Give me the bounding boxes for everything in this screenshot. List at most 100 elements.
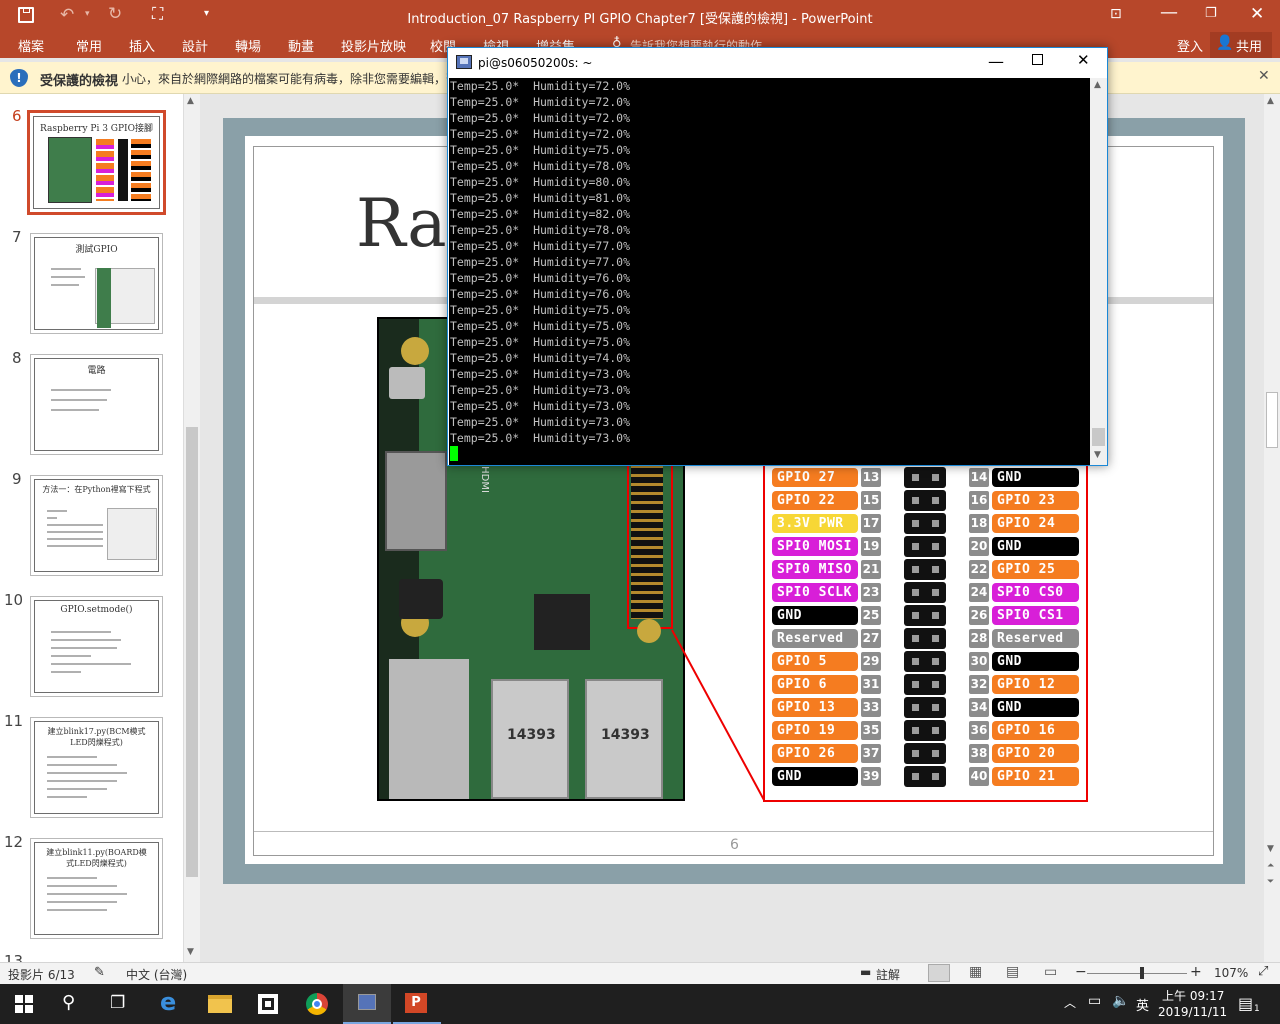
ribbon-display-options-icon[interactable]: ⊡ — [1110, 6, 1122, 22]
spell-check-icon[interactable]: ✎ — [94, 965, 105, 980]
zoom-slider-thumb[interactable] — [1140, 967, 1144, 979]
zoom-in-button[interactable]: + — [1190, 964, 1202, 980]
network-icon[interactable]: ▭ — [1088, 993, 1101, 1009]
header-pin — [912, 704, 919, 711]
pin-label: GPIO 26 — [772, 744, 858, 763]
tab-animations[interactable]: 動畫 — [288, 36, 314, 55]
ime-indicator[interactable]: 英 — [1136, 995, 1149, 1014]
close-bar-icon[interactable]: ✕ — [1258, 68, 1270, 84]
terminal-line: Temp=25.0* Humidity=78.0% — [450, 159, 631, 173]
task-view-icon[interactable]: ❐ — [110, 993, 125, 1013]
slide-sorter-button[interactable]: ▦ — [969, 964, 982, 980]
pin-number: 15 — [861, 491, 881, 510]
action-center-icon[interactable]: ▤ — [1238, 994, 1253, 1013]
search-icon[interactable]: ⚲ — [62, 992, 75, 1013]
slide-counter[interactable]: 投影片 6/13 — [8, 966, 75, 983]
show-hidden-icons[interactable]: ︿ — [1064, 994, 1076, 1011]
terminal-line: Temp=25.0* Humidity=78.0% — [450, 223, 631, 237]
slideshow-button[interactable]: ▭ — [1044, 964, 1057, 980]
thumb-line — [51, 631, 111, 633]
clock-date[interactable]: 2019/11/11 — [1158, 1005, 1227, 1019]
thumb-title: 建立blink11.py(BOARD模式LED閃爍程式) — [46, 848, 147, 868]
windows-start-icon[interactable] — [15, 995, 33, 1013]
scroll-thumb[interactable] — [186, 427, 198, 877]
putty-icon — [456, 55, 472, 69]
store-icon[interactable] — [258, 994, 278, 1014]
pin-label: SPI0 SCLK — [772, 583, 858, 602]
thumbnail-scrollbar[interactable]: ▲ ▼ — [183, 94, 200, 962]
thumb-slide-12[interactable]: 建立blink11.py(BOARD模式LED閃爍程式) — [30, 838, 163, 939]
putty-minimize-button[interactable]: — — [988, 52, 1004, 71]
putty-window[interactable]: pi@s06050200s: ~ — ✕ Temp=25.0* Humidity… — [447, 47, 1108, 466]
putty-maximize-button[interactable] — [1032, 54, 1043, 65]
slide-scrollbar[interactable]: ▲ ▼ ⏶ ⏷ — [1264, 94, 1280, 962]
chrome-icon[interactable] — [306, 993, 328, 1015]
clock-time[interactable]: 上午 09:17 — [1162, 987, 1224, 1004]
tab-transitions[interactable]: 轉場 — [235, 36, 261, 55]
close-button[interactable]: ✕ — [1250, 4, 1264, 24]
terminal-output[interactable]: Temp=25.0* Humidity=72.0% Temp=25.0* Humi… — [449, 78, 1090, 465]
thumb-line — [47, 788, 107, 790]
next-slide-icon[interactable]: ⏷ — [1267, 877, 1274, 887]
scroll-thumb[interactable] — [1266, 392, 1278, 448]
thumb-slide-9[interactable]: 方法一：在Python裡寫下程式 — [30, 475, 163, 576]
powerpoint-taskbar-button[interactable]: P — [393, 984, 441, 1024]
volume-icon[interactable]: 🔈 — [1112, 993, 1129, 1009]
share-button[interactable]: 👤 共用 — [1210, 32, 1272, 58]
scroll-up-icon[interactable]: ▲ — [1267, 96, 1274, 106]
thumb-slide-10[interactable]: GPIO.setmode() — [30, 596, 163, 697]
edge-icon[interactable]: e — [160, 988, 176, 1016]
thumb-image — [97, 268, 111, 328]
terminal-line: Temp=25.0* Humidity=72.0% — [450, 79, 631, 93]
putty-close-button[interactable]: ✕ — [1077, 51, 1090, 69]
tab-file[interactable]: 檔案 — [18, 36, 44, 55]
thumb-title: Raspberry Pi 3 GPIO接腳 — [40, 124, 153, 134]
tab-design[interactable]: 設計 — [182, 36, 208, 55]
thumb-line — [51, 663, 131, 665]
usb-chip-label: 14393 — [601, 727, 650, 743]
thumb-line — [51, 655, 91, 657]
putty-taskbar-button[interactable] — [343, 984, 391, 1024]
thumb-image — [118, 139, 128, 201]
tab-home[interactable]: 常用 — [76, 36, 102, 55]
thumb-slide-7[interactable]: 測試GPIO — [30, 233, 163, 334]
mounting-hole — [401, 337, 429, 365]
fit-slide-icon[interactable]: ⤢ — [1258, 964, 1268, 979]
thumb-line — [47, 517, 57, 519]
prev-slide-icon[interactable]: ⏶ — [1267, 861, 1274, 871]
header-pin — [912, 773, 919, 780]
pin-number: 34 — [969, 698, 989, 717]
reading-view-button[interactable]: ▤ — [1006, 964, 1019, 980]
zoom-slider[interactable] — [1087, 967, 1187, 979]
language-indicator[interactable]: 中文 (台灣) — [126, 966, 187, 983]
restore-button[interactable]: ❐ — [1205, 6, 1217, 21]
signin-link[interactable]: 登入 — [1177, 36, 1203, 55]
scroll-up-icon[interactable]: ▲ — [1094, 80, 1101, 90]
scroll-down-icon[interactable]: ▼ — [1267, 844, 1274, 854]
header-pin-pair — [904, 490, 946, 511]
scroll-thumb[interactable] — [1092, 428, 1105, 446]
thumb-slide-6[interactable]: Raspberry Pi 3 GPIO接腳 — [27, 110, 166, 215]
terminal-scrollbar[interactable]: ▲ ▼ — [1090, 78, 1107, 465]
scroll-up-icon[interactable]: ▲ — [187, 96, 194, 106]
pin-number: 31 — [861, 675, 881, 694]
zoom-out-button[interactable]: − — [1075, 964, 1087, 980]
terminal-line: Temp=25.0* Humidity=72.0% — [450, 111, 631, 125]
micro-usb-port — [389, 367, 425, 399]
notes-button[interactable]: 註解 — [876, 966, 900, 983]
scroll-down-icon[interactable]: ▼ — [1094, 450, 1101, 460]
file-explorer-icon[interactable] — [208, 995, 232, 1013]
normal-view-button[interactable] — [928, 964, 950, 982]
pin-number: 37 — [861, 744, 881, 763]
zoom-level[interactable]: 107% — [1214, 966, 1248, 980]
pin-number: 29 — [861, 652, 881, 671]
putty-titlebar[interactable]: pi@s06050200s: ~ — ✕ — [448, 48, 1107, 78]
gpio-pinout-diagram[interactable]: GPIO 27 13 GPIO 22 15 3.3V PWR 17 SPI0 MOSI 19 S… — [763, 462, 1088, 802]
tab-slideshow[interactable]: 投影片放映 — [341, 36, 406, 55]
scroll-down-icon[interactable]: ▼ — [187, 947, 194, 957]
thumb-slide-8[interactable]: 電路 — [30, 354, 163, 455]
minimize-button[interactable]: — — [1160, 2, 1178, 23]
thumb-slide-11[interactable]: 建立blink17.py(BCM模式LED閃爍程式) — [30, 717, 163, 818]
thumb-number: 8 — [12, 349, 22, 367]
tab-insert[interactable]: 插入 — [129, 36, 155, 55]
